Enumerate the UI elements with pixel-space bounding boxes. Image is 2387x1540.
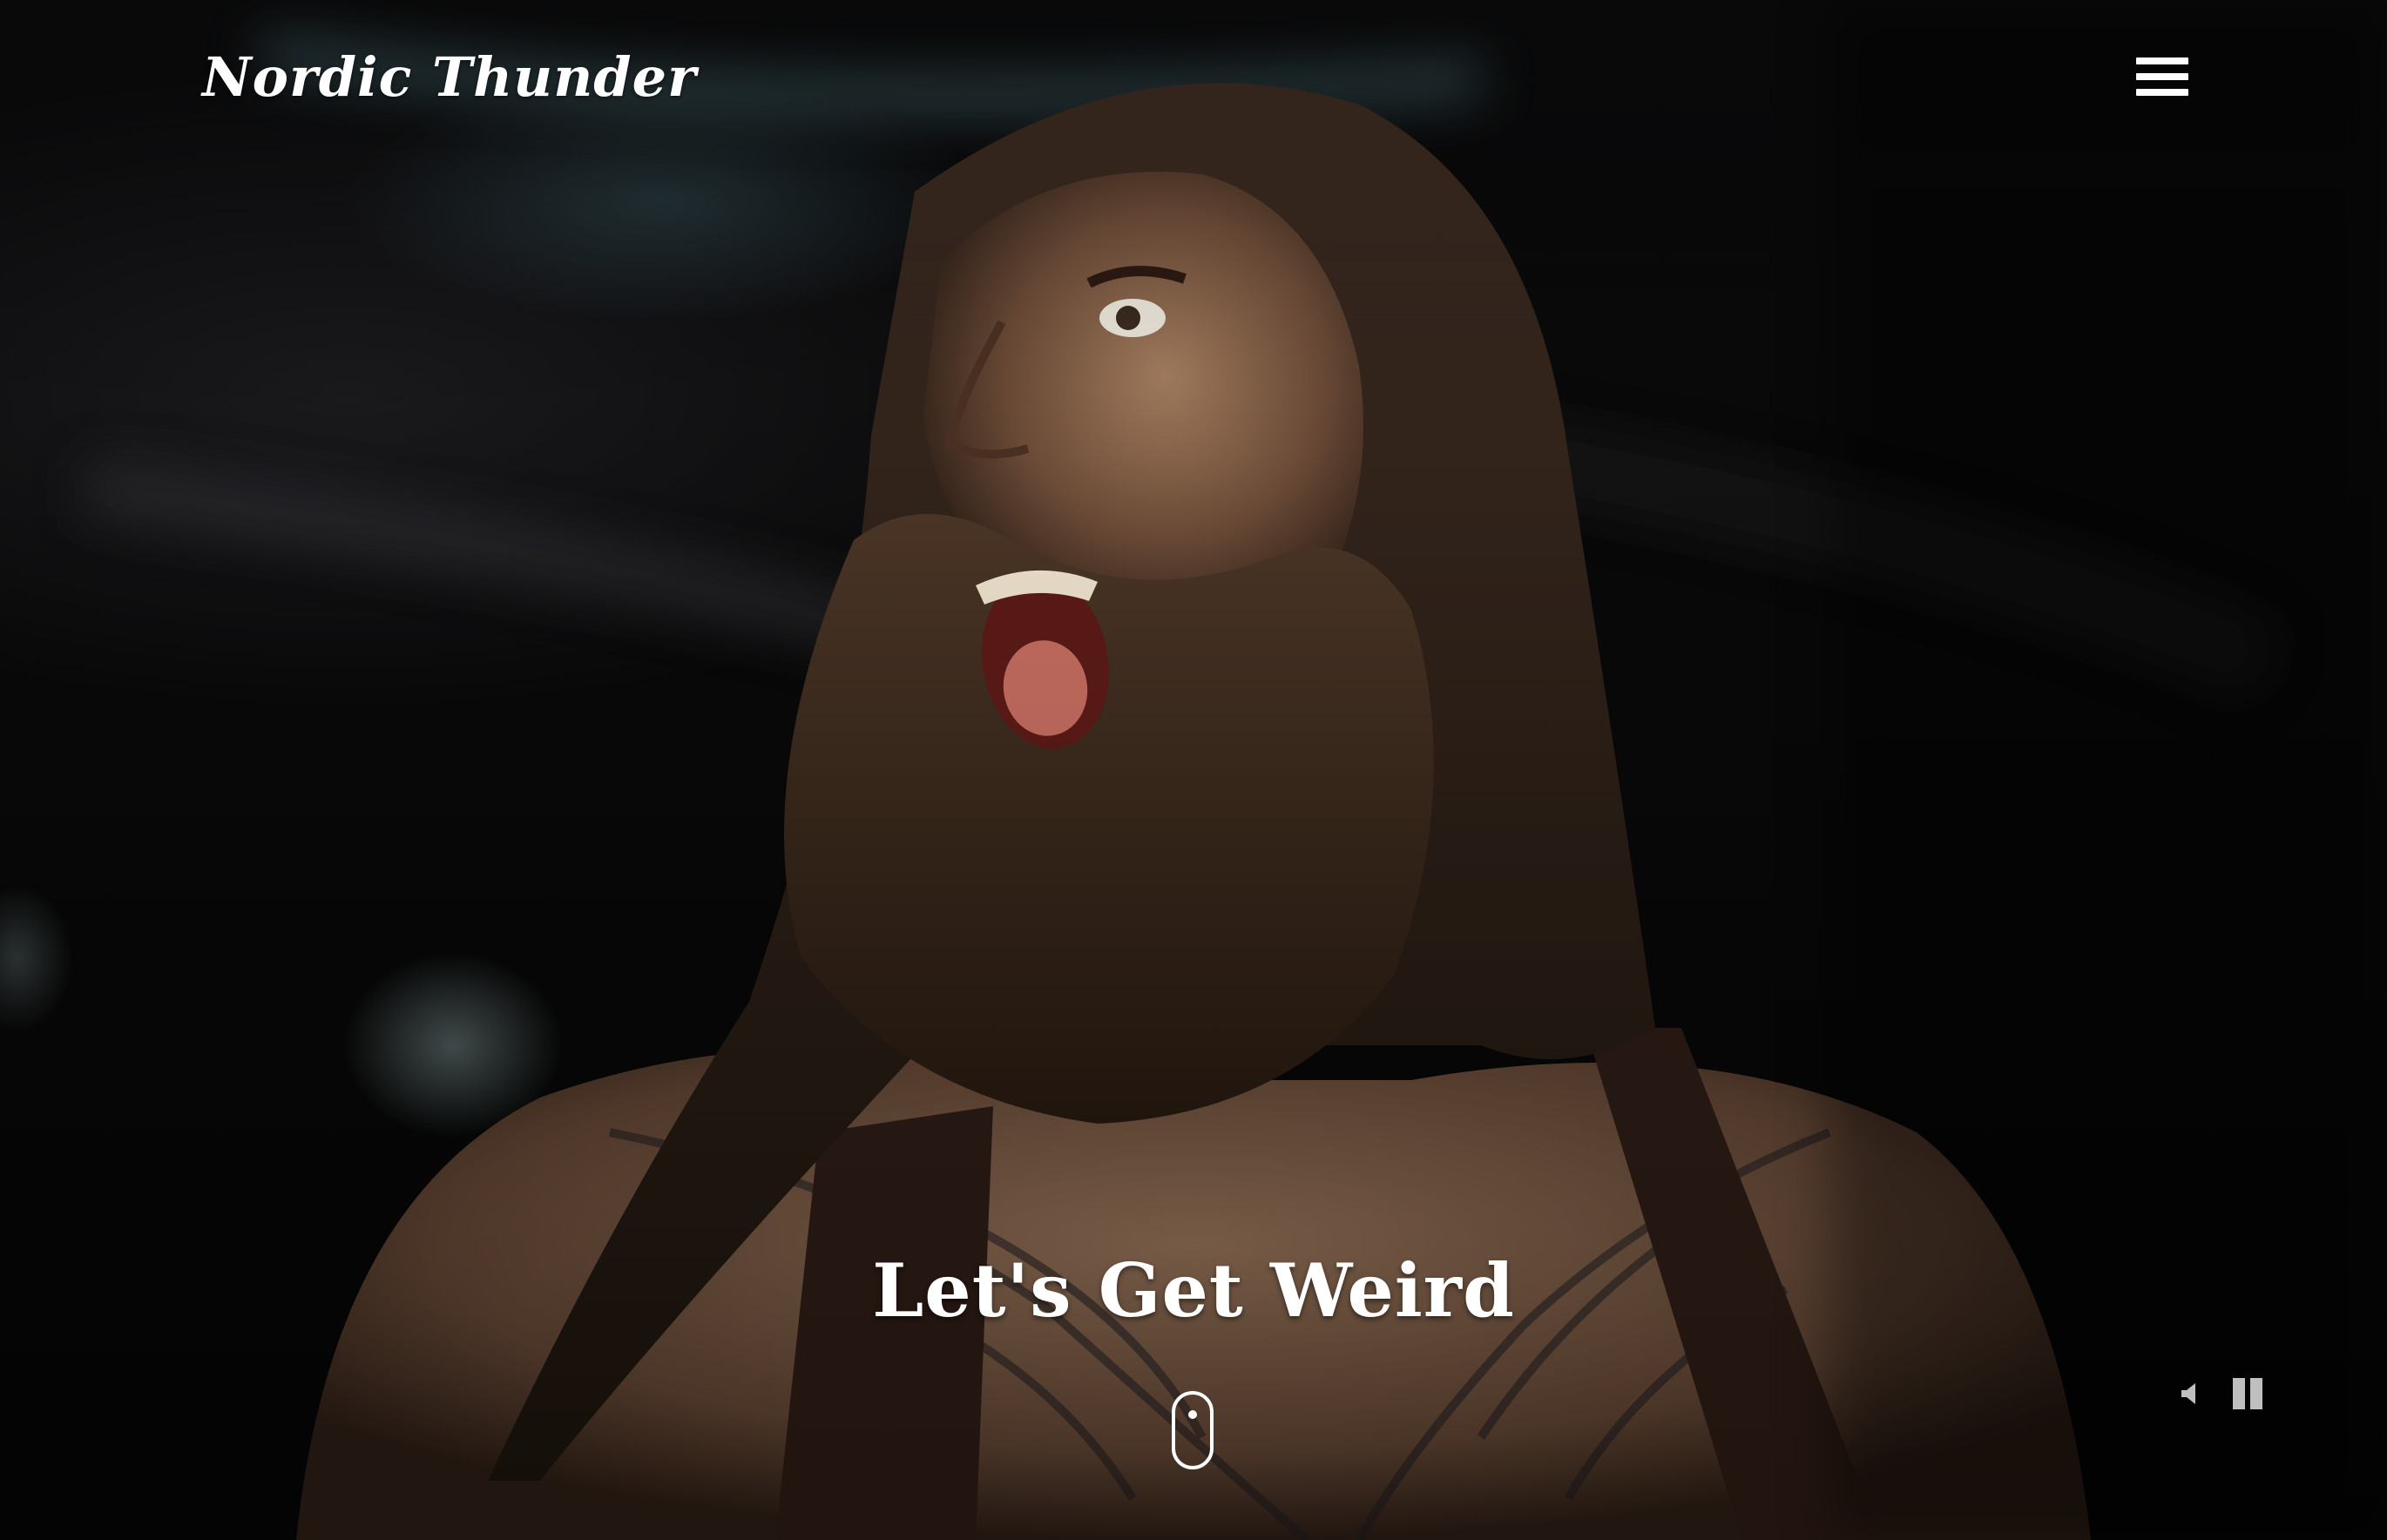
- pause-icon[interactable]: [2230, 1376, 2265, 1411]
- hero-section: Nordic Thunder Let's Get Weird: [0, 0, 2387, 1540]
- volume-icon[interactable]: [2176, 1380, 2204, 1408]
- brand-logo[interactable]: Nordic Thunder: [202, 45, 697, 109]
- hero-headline: Let's Get Weird: [872, 1247, 1515, 1334]
- hamburger-menu-icon[interactable]: [2136, 56, 2188, 98]
- video-controls: [2176, 1373, 2272, 1415]
- mouse-scroll-icon[interactable]: [1171, 1390, 1214, 1470]
